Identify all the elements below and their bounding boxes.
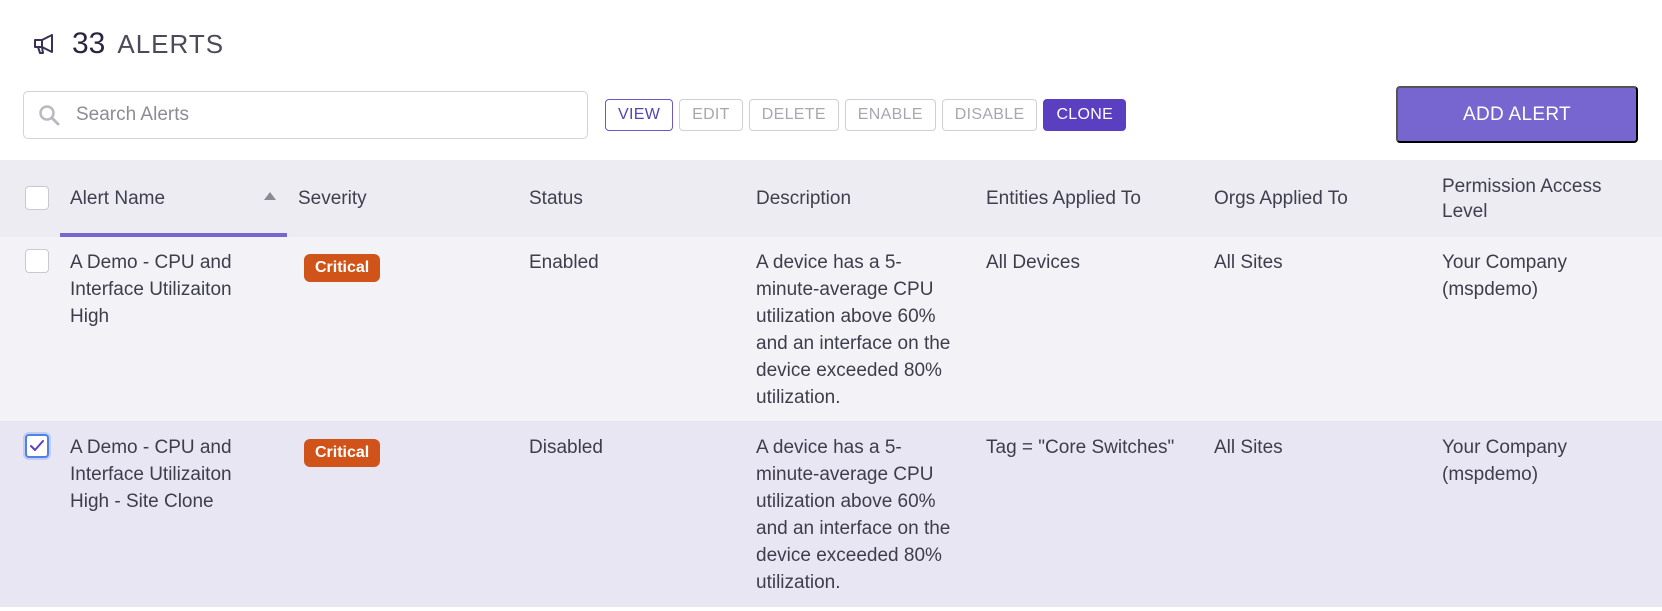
description-cell: A device has a 5-minute-average CPU util… xyxy=(756,252,951,408)
table-row[interactable]: A Demo - CPU and Interface Utilizaiton H… xyxy=(0,237,1662,422)
megaphone-icon xyxy=(32,29,62,59)
description-cell: A device has a 5-minute-average CPU util… xyxy=(756,437,951,593)
entities-cell: Tag = "Core Switches" xyxy=(986,437,1175,458)
column-header-severity[interactable]: Severity xyxy=(298,160,367,237)
search-icon xyxy=(38,103,62,127)
severity-badge: Critical xyxy=(304,439,381,467)
column-header-alert-name[interactable]: Alert Name xyxy=(70,160,165,237)
page-header: 33 ALERTS xyxy=(32,22,224,66)
clone-button[interactable]: CLONE xyxy=(1043,99,1127,131)
disable-button[interactable]: DISABLE xyxy=(941,99,1038,131)
enable-button[interactable]: ENABLE xyxy=(844,99,936,131)
column-header-status[interactable]: Status xyxy=(529,160,583,237)
delete-button[interactable]: DELETE xyxy=(748,99,839,131)
column-header-entities[interactable]: Entities Applied To xyxy=(986,160,1141,237)
entities-cell: All Devices xyxy=(986,252,1080,273)
alerts-table: Alert Name Severity Status Description E… xyxy=(0,160,1662,607)
status-cell: Enabled xyxy=(529,252,599,273)
alert-name-cell[interactable]: A Demo - CPU and Interface Utilizaiton H… xyxy=(70,249,270,330)
page-title: ALERTS xyxy=(117,28,225,59)
row-checkbox[interactable] xyxy=(25,434,49,458)
select-all-checkbox[interactable] xyxy=(25,186,49,210)
table-row[interactable]: A Demo - CPU and Interface Utilizaiton H… xyxy=(0,422,1662,607)
view-button[interactable]: VIEW xyxy=(605,99,674,131)
table-header: Alert Name Severity Status Description E… xyxy=(0,160,1662,237)
search-input[interactable] xyxy=(76,104,556,126)
sort-ascending-icon[interactable] xyxy=(264,192,276,200)
permission-cell: Your Company (mspdemo) xyxy=(1442,437,1567,485)
checkmark-icon xyxy=(30,440,44,451)
permission-cell: Your Company (mspdemo) xyxy=(1442,252,1567,300)
column-header-permission[interactable]: Permission Access Level xyxy=(1442,160,1642,237)
severity-badge: Critical xyxy=(304,254,381,282)
search-box xyxy=(23,91,588,139)
status-cell: Disabled xyxy=(529,437,603,458)
column-header-orgs[interactable]: Orgs Applied To xyxy=(1214,160,1348,237)
action-toolbar: VIEW EDIT DELETE ENABLE DISABLE CLONE xyxy=(605,99,1132,131)
orgs-cell: All Sites xyxy=(1214,437,1283,458)
row-checkbox[interactable] xyxy=(25,249,49,273)
column-header-description[interactable]: Description xyxy=(756,160,851,237)
orgs-cell: All Sites xyxy=(1214,252,1283,273)
alert-count: 33 xyxy=(72,27,106,60)
edit-button[interactable]: EDIT xyxy=(679,99,743,131)
add-alert-button[interactable]: ADD ALERT xyxy=(1396,86,1638,143)
alert-name-cell[interactable]: A Demo - CPU and Interface Utilizaiton H… xyxy=(70,434,270,515)
